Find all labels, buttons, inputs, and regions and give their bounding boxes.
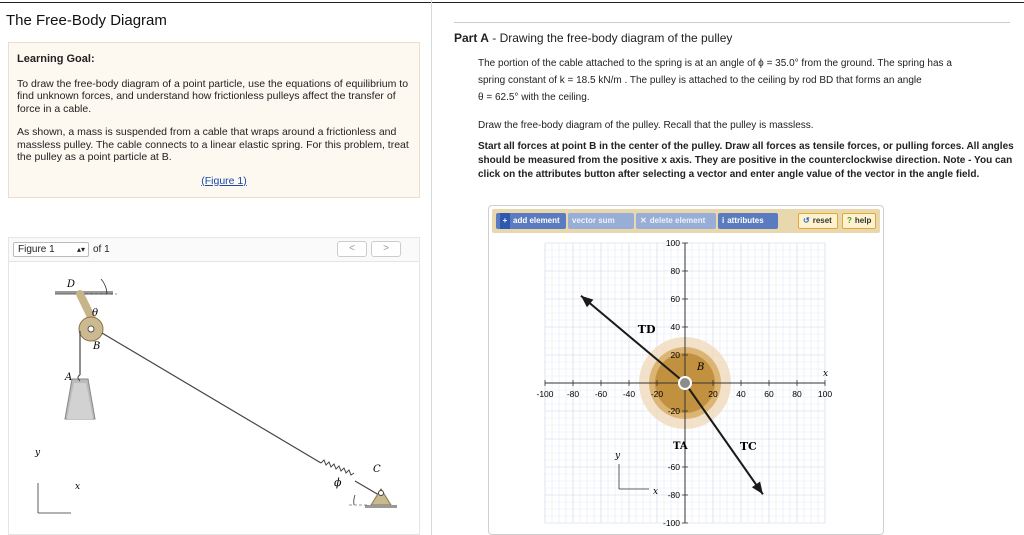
part-title: Part A - Drawing the free-body diagram o… <box>454 31 732 45</box>
y-tick-label: 80 <box>671 266 681 276</box>
label-theta: θ <box>92 308 98 319</box>
figure-link[interactable]: (Figure 1) <box>37 175 411 188</box>
instruction-1: Draw the free-body diagram of the pulley… <box>478 120 814 131</box>
x-axis-label: x <box>823 369 828 379</box>
cable-to-spring <box>101 332 322 464</box>
figure-selector-value: Figure 1 <box>18 244 55 255</box>
problem-statement: The portion of the cable attached to the… <box>478 55 1018 106</box>
x-tick-label: 100 <box>818 389 832 399</box>
point-b-marker[interactable] <box>678 376 692 390</box>
figure-count: of 1 <box>93 244 110 255</box>
y-tick-label: 60 <box>671 294 681 304</box>
figure-panel: Figure 1 ▴▾ of 1 < > D θ B A ϕ C y x <box>8 237 420 535</box>
page-title: The Free-Body Diagram <box>6 12 167 29</box>
x-tick-label: -100 <box>536 389 553 399</box>
part-title-text: - Drawing the free-body diagram of the p… <box>488 31 733 45</box>
problem-line-3: θ = 62.5° with the ceiling. <box>478 92 590 103</box>
axes-icon-y-label: y <box>614 451 621 461</box>
phi-arc <box>353 494 356 506</box>
help-button[interactable]: ? help <box>842 213 876 229</box>
vector-label-t-c: TC <box>740 440 757 453</box>
part-rule <box>454 22 1010 23</box>
delete-icon: ✕ <box>640 216 647 225</box>
next-figure-button[interactable]: > <box>371 241 401 257</box>
info-icon: i <box>722 216 725 225</box>
vector-drawing-tool: + add element vector sum ✕ delete element … <box>488 205 884 535</box>
delete-element-button[interactable]: ✕ delete element <box>636 213 716 229</box>
spring <box>320 459 355 476</box>
x-tick-label: -40 <box>623 389 636 399</box>
reset-button[interactable]: ↺ reset <box>798 213 838 229</box>
help-icon: ? <box>847 216 852 225</box>
vector-t-d[interactable] <box>580 294 686 384</box>
y-tick-label: -20 <box>668 406 681 416</box>
y-tick-label: 100 <box>666 238 680 248</box>
point-b-label: B <box>696 362 704 373</box>
prev-figure-button[interactable]: < <box>337 241 367 257</box>
vector-label-t-d: TD <box>638 323 656 336</box>
select-arrows-icon: ▴▾ <box>76 245 85 254</box>
right-panel: Part A - Drawing the free-body diagram o… <box>442 0 1024 535</box>
figure-selector[interactable]: Figure 1 ▴▾ <box>13 242 89 257</box>
label-a: A <box>64 372 72 383</box>
vector-label-ta: TA <box>673 441 688 452</box>
problem-intro-text: As shown, a mass is suspended from a cab… <box>17 126 409 163</box>
plus-icon: + <box>500 213 510 229</box>
drawing-canvas[interactable]: -100 -80 -60 -40 -20 20 40 60 80 100 100 80 60 40 20 -2… <box>489 236 885 534</box>
x-tick-label: -80 <box>567 389 580 399</box>
x-tick-label: 80 <box>792 389 802 399</box>
x-tick-label: 60 <box>764 389 774 399</box>
arrowhead-icon <box>751 481 763 495</box>
y-tick-label: -60 <box>668 462 681 472</box>
y-tick-label: -100 <box>663 518 680 528</box>
x-tick-label: 40 <box>736 389 746 399</box>
drawing-toolbar: + add element vector sum ✕ delete element … <box>492 209 880 233</box>
part-prefix: Part A <box>454 31 489 45</box>
figure-drawing: D θ B A ϕ C y x <box>34 278 397 514</box>
reset-icon: ↺ <box>803 216 810 225</box>
x-tick-label: 20 <box>708 389 718 399</box>
x-tick-label: -20 <box>651 389 664 399</box>
label-c: C <box>373 464 381 475</box>
attributes-button[interactable]: i attributes <box>718 213 778 229</box>
y-tick-label: 40 <box>671 322 681 332</box>
axes-icon-x-label: x <box>653 487 658 497</box>
vector-sum-button[interactable]: vector sum <box>568 213 634 229</box>
y-tick-label: 20 <box>671 350 681 360</box>
add-element-button[interactable]: + add element <box>496 213 566 229</box>
left-panel: The Free-Body Diagram Learning Goal: To … <box>0 0 432 535</box>
learning-goal-heading: Learning Goal: <box>17 53 95 65</box>
x-tick-label: -60 <box>595 389 608 399</box>
label-y: y <box>34 448 41 458</box>
learning-goal-box: Learning Goal: To draw the free-body dia… <box>8 42 420 198</box>
problem-line-1: The portion of the cable attached to the… <box>478 58 952 69</box>
problem-line-2: spring constant of k = 18.5 kN/m . The p… <box>478 75 922 86</box>
label-phi: ϕ <box>334 476 342 489</box>
instruction-2: Start all forces at point B in the cente… <box>478 141 1014 180</box>
label-x: x <box>75 482 80 492</box>
label-d: D <box>66 279 75 290</box>
y-tick-label: -80 <box>668 490 681 500</box>
label-b: B <box>92 341 100 352</box>
figure-toolbar: Figure 1 ▴▾ of 1 < > <box>9 238 419 262</box>
learning-goal-text: To draw the free-body diagram of a point… <box>17 77 409 115</box>
